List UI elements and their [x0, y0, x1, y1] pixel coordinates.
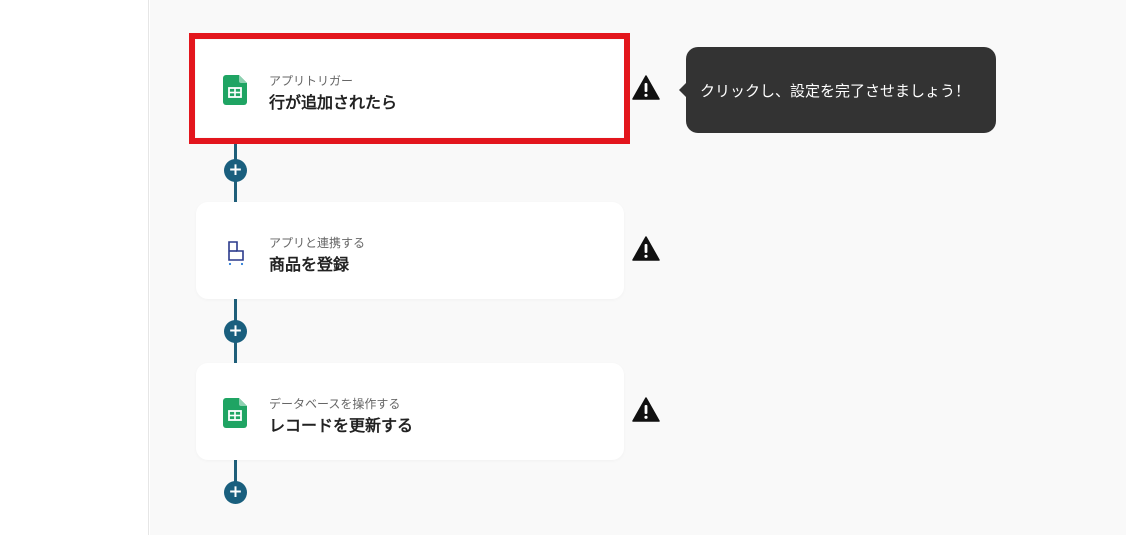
step-title: 行が追加されたら [269, 93, 398, 112]
step-subtitle: アプリトリガー [269, 74, 354, 88]
shopify-like-app-icon [228, 241, 244, 266]
warning-icon[interactable] [632, 236, 660, 262]
tooltip: クリックし、設定を完了させましょう！ [679, 47, 996, 133]
tooltip-text: クリックし、設定を完了させましょう！ [700, 81, 971, 100]
google-sheets-icon [223, 398, 247, 428]
flow-step-app-action[interactable]: アプリと連携する 商品を登録 [196, 202, 624, 299]
google-sheets-icon [223, 75, 247, 105]
flow-step-trigger[interactable]: アプリトリガー 行が追加されたら [196, 40, 624, 137]
add-step-button[interactable]: + [224, 481, 247, 504]
tooltip-arrow [679, 83, 686, 97]
add-step-button[interactable]: + [224, 320, 247, 343]
step-subtitle: アプリと連携する [269, 236, 366, 250]
left-panel [0, 0, 149, 535]
step-title: レコードを更新する [269, 416, 414, 435]
step-subtitle: データベースを操作する [269, 397, 401, 411]
add-step-button[interactable]: + [224, 159, 247, 182]
warning-icon[interactable] [632, 397, 660, 423]
step-title: 商品を登録 [269, 255, 350, 274]
warning-icon[interactable] [632, 75, 660, 101]
flow-step-database[interactable]: データベースを操作する レコードを更新する [196, 363, 624, 460]
